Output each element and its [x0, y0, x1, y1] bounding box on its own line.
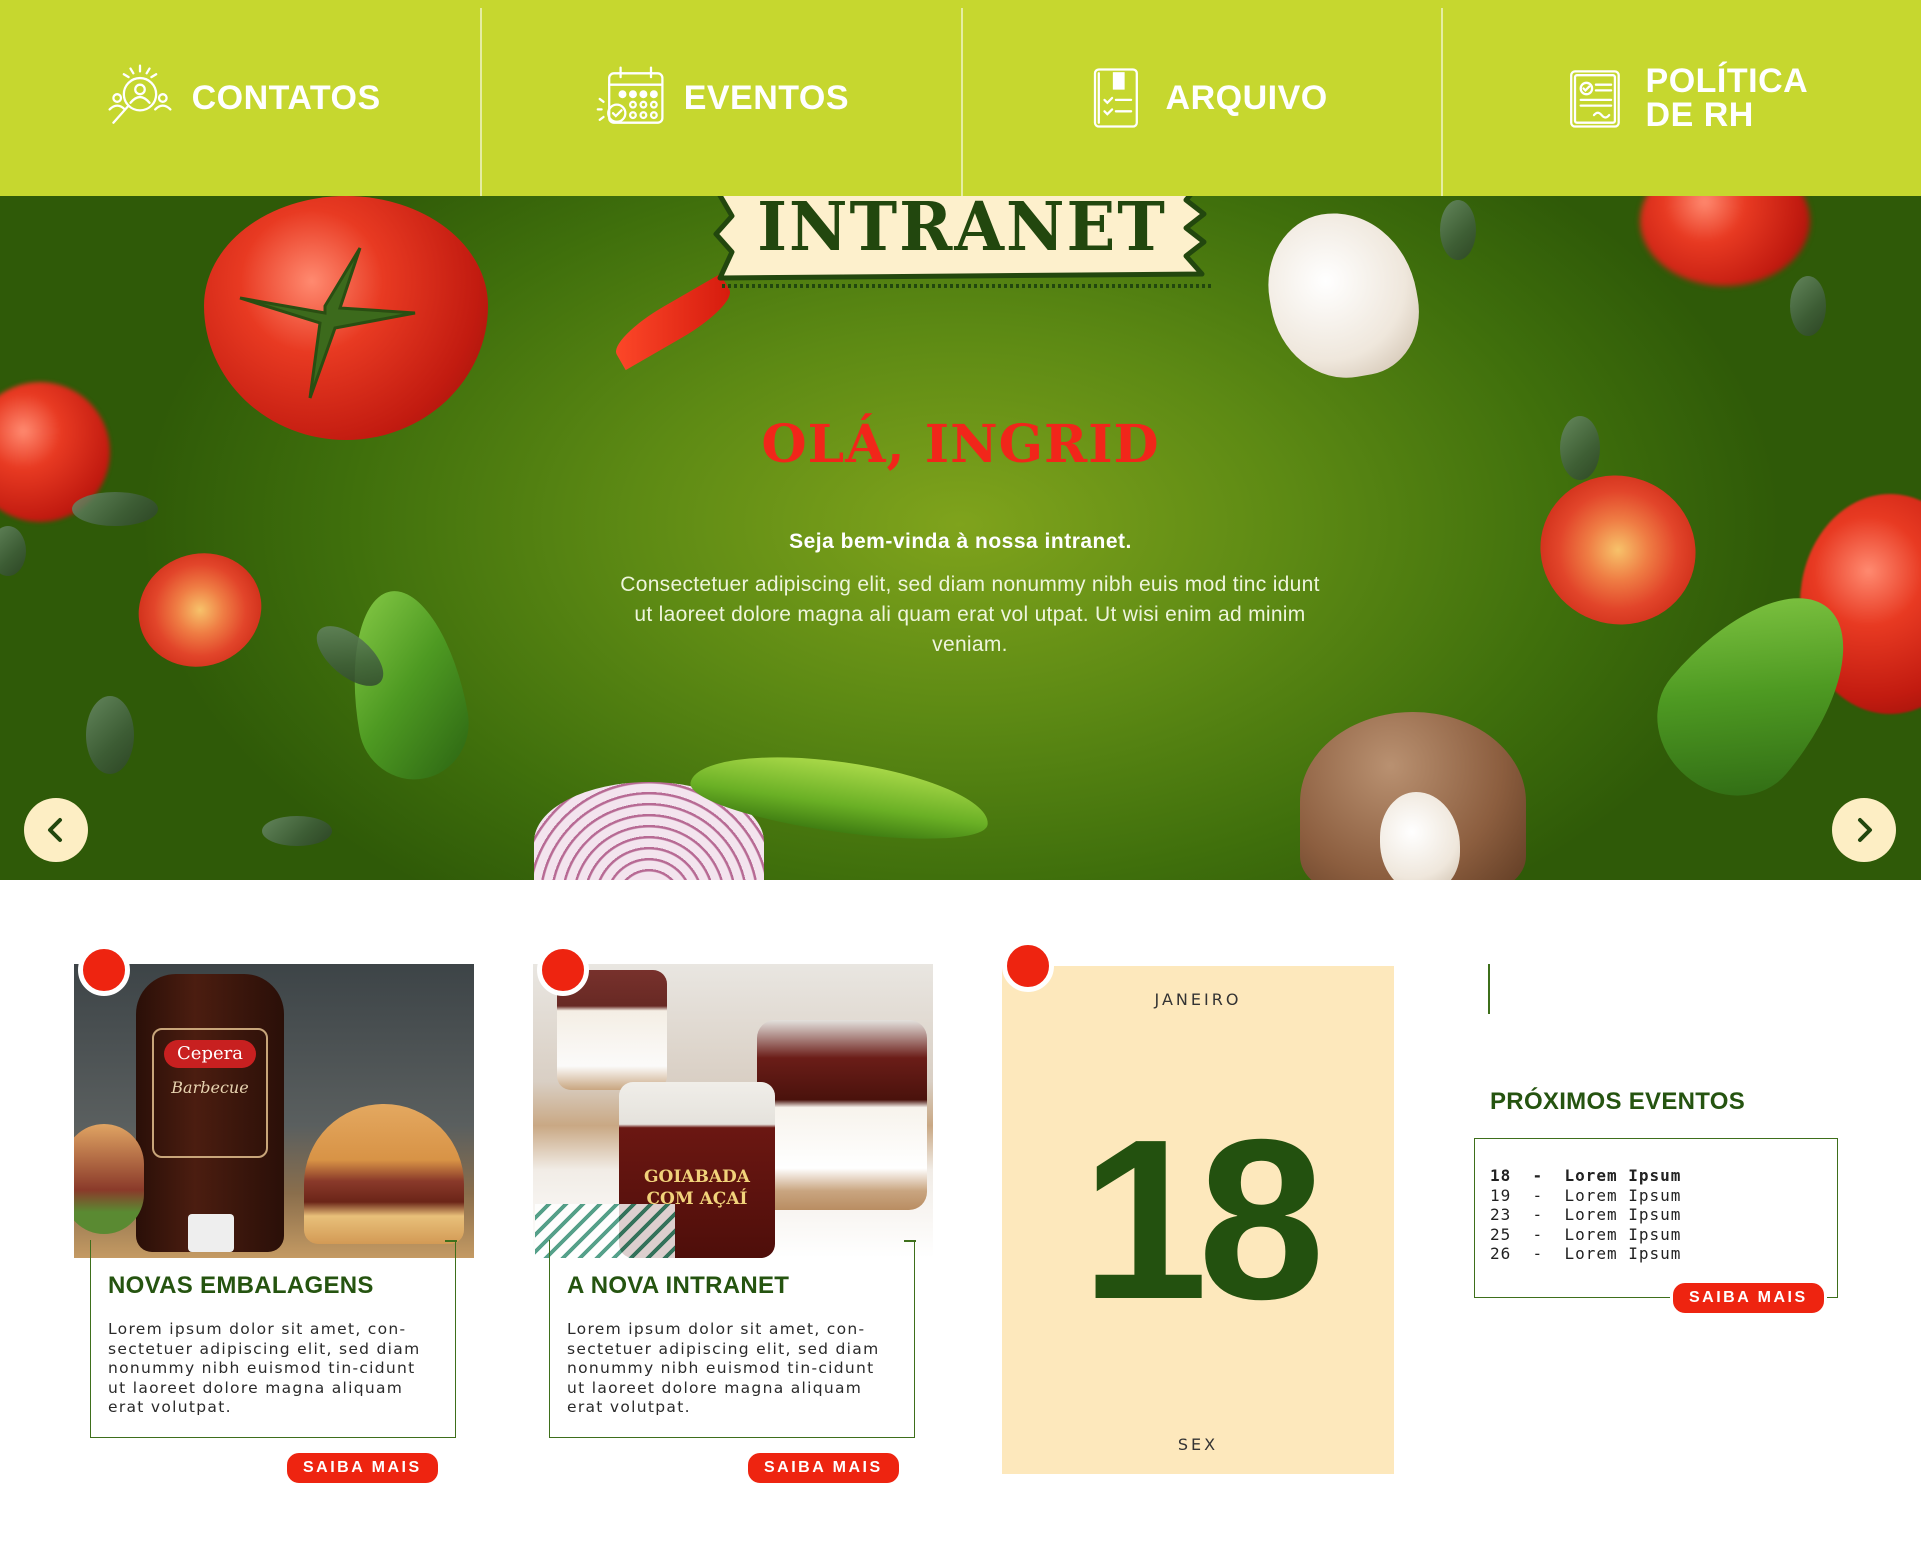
events-title: PRÓXIMOS EVENTOS [1490, 1088, 1746, 1115]
herb-leaf-image [72, 492, 158, 526]
card-text: Lorem ipsum dolor sit amet, con-sectetue… [567, 1320, 880, 1416]
event-item[interactable]: 25 - Lorem Ipsum [1490, 1225, 1681, 1245]
herb-leaf-image [262, 816, 332, 846]
event-item[interactable]: 23 - Lorem Ipsum [1490, 1205, 1681, 1225]
event-day: 25 [1490, 1224, 1512, 1244]
card-marker-dot [78, 944, 130, 996]
nav-item-politica-rh[interactable]: POLÍTICA DE RH [1440, 0, 1921, 196]
event-separator: - [1532, 1185, 1544, 1205]
file-archive-icon [1093, 68, 1138, 128]
nav-label: CONTATOS [191, 79, 381, 117]
saiba-mais-button[interactable]: SAIBA MAIS [1670, 1280, 1827, 1316]
event-separator: - [1532, 1224, 1544, 1244]
event-item[interactable]: 19 - Lorem Ipsum [1490, 1186, 1681, 1206]
event-day: 19 [1490, 1185, 1512, 1205]
card-image-barbecue[interactable]: Cepera Barbecue [74, 964, 474, 1258]
intranet-banner: INTRANET [712, 196, 1212, 292]
basil-leaf-image [336, 581, 478, 789]
top-navigation: CONTATOS EVENTOS ARQUIVO POLÍTICA DE RH [0, 0, 1921, 196]
event-name: Lorem Ipsum [1564, 1224, 1682, 1244]
burger-image [74, 1124, 144, 1234]
news-card: Cepera Barbecue NOVAS EMBALAGENS Lorem i… [74, 944, 474, 1486]
tomato-image [1640, 196, 1810, 286]
welcome-text: Seja bem-vinda à nossa intranet. [789, 530, 1132, 553]
tomato-slice-image [122, 536, 278, 684]
card-marker-dot [537, 944, 589, 996]
event-separator: - [1532, 1205, 1544, 1224]
chevron-right-icon [1858, 818, 1872, 842]
tomato-stem-icon [239, 247, 416, 399]
events-divider [1488, 964, 1490, 1014]
card-marker-dot [1002, 940, 1054, 992]
calendar-card: JANEIRO 18 SEX [1002, 966, 1394, 1474]
event-item[interactable]: 26 - Lorem Ipsum [1490, 1244, 1681, 1264]
herb-leaf-image [1440, 200, 1476, 260]
calendar-icon [596, 66, 664, 124]
dessert-glass-image [757, 1020, 927, 1210]
chevron-left-icon [48, 818, 62, 842]
card-text: Lorem ipsum dolor sit amet, con-sectetue… [108, 1320, 421, 1416]
calendar-month: JANEIRO [1154, 990, 1242, 1009]
sauce-bottle-image: Cepera Barbecue [136, 974, 284, 1252]
nav-label: POLÍTICA DE RH [1645, 62, 1809, 134]
banner-title: INTRANET [757, 196, 1167, 267]
saiba-mais-button[interactable]: SAIBA MAIS [284, 1450, 441, 1486]
product-label: Barbecue [171, 1078, 249, 1097]
news-card: GOIABADA COM AÇAÍ A NOVA INTRANET Lorem … [533, 944, 933, 1486]
event-day: 26 [1490, 1244, 1512, 1263]
saiba-mais-button[interactable]: SAIBA MAIS [745, 1450, 902, 1486]
card-title: NOVAS EMBALAGENS [108, 1272, 374, 1299]
event-item[interactable]: 18 - Lorem Ipsum [1490, 1166, 1681, 1186]
contacts-search-icon [108, 64, 172, 124]
nav-item-contatos[interactable]: CONTATOS [0, 0, 480, 196]
event-name: Lorem Ipsum [1564, 1185, 1682, 1205]
carousel-prev-button[interactable] [24, 798, 88, 862]
herb-leaf-image [1790, 276, 1826, 336]
mushroom-image [1256, 200, 1430, 390]
calendar-day: 18 [1081, 1093, 1325, 1347]
event-name: Lorem Ipsum [1564, 1166, 1682, 1185]
nav-label: ARQUIVO [1165, 79, 1328, 117]
herb-leaf-image [86, 696, 134, 774]
event-name: Lorem Ipsum [1564, 1244, 1682, 1263]
card-title: A NOVA INTRANET [567, 1272, 790, 1299]
events-list: 18 - Lorem Ipsum 19 - Lorem Ipsum 23 - L… [1490, 1166, 1681, 1264]
brand-label: Cepera [164, 1040, 256, 1068]
carousel-next-button[interactable] [1832, 798, 1896, 862]
nav-item-arquivo[interactable]: ARQUIVO [960, 0, 1441, 196]
event-day: 23 [1490, 1205, 1512, 1224]
hero-banner: INTRANET OLÁ, INGRID Seja bem-vinda à no… [0, 196, 1921, 880]
nav-label: EVENTOS [683, 79, 850, 117]
burger-image [304, 1104, 464, 1244]
event-name: Lorem Ipsum [1564, 1205, 1682, 1224]
calendar-weekday: SEX [1177, 1435, 1219, 1454]
hero-description: Consectetuer adipiscing elit, sed diam n… [620, 573, 1320, 656]
nav-item-eventos[interactable]: EVENTOS [480, 0, 960, 196]
card-image-dessert[interactable]: GOIABADA COM AÇAÍ [533, 964, 933, 1258]
certificate-document-icon [1569, 70, 1620, 128]
event-day: 18 [1490, 1166, 1512, 1185]
greeting-text: OLÁ, INGRID [761, 414, 1160, 475]
event-separator: - [1532, 1166, 1544, 1185]
event-separator: - [1532, 1244, 1544, 1263]
